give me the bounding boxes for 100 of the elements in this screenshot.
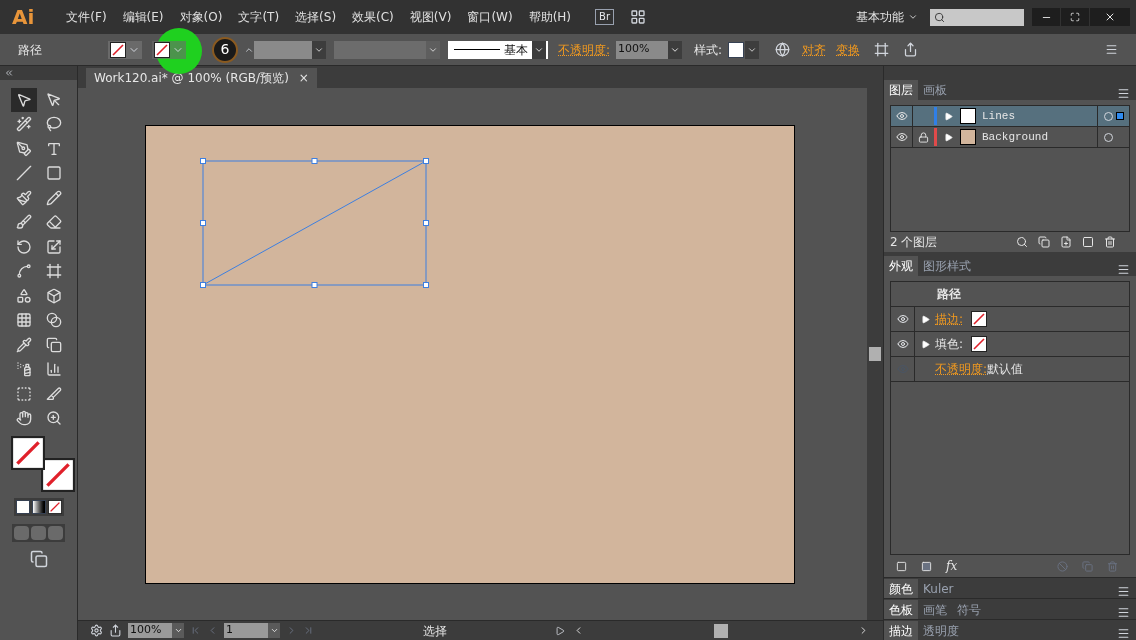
maximize-icon <box>1070 12 1080 22</box>
mesh-icon <box>15 312 32 329</box>
close-tab-button[interactable]: × <box>298 69 309 87</box>
spray-can-icon <box>15 361 32 378</box>
fill-color-swatch[interactable] <box>10 436 45 470</box>
sublayer-icon[interactable] <box>1060 236 1072 248</box>
export-icon[interactable] <box>903 42 919 57</box>
panel-tab[interactable]: 颜色 <box>884 579 918 598</box>
new-fill-icon[interactable] <box>921 560 932 572</box>
stroke-color-swatch[interactable] <box>40 458 75 492</box>
panel-menu-icon[interactable] <box>1117 606 1130 619</box>
zoom-field[interactable]: 100% <box>128 623 184 638</box>
panel-tab[interactable]: 画笔 <box>918 600 952 619</box>
panel-tab[interactable]: 透明度 <box>918 621 964 640</box>
expand-icon[interactable] <box>920 339 930 349</box>
new-stroke-icon[interactable] <box>896 560 907 572</box>
panel-menu-icon[interactable] <box>1117 87 1130 100</box>
expand-icon[interactable] <box>944 132 953 142</box>
selection-label: 路径 <box>18 41 43 59</box>
visibility-icon[interactable] <box>895 131 908 143</box>
menu-item[interactable]: 选择(S) <box>287 8 345 26</box>
workspace-switcher[interactable]: 基本功能 <box>856 8 918 26</box>
menu-item[interactable]: 编辑(E) <box>114 8 172 26</box>
panel-tab[interactable]: 画板 <box>918 80 952 100</box>
panel-tab[interactable]: 色板 <box>884 600 918 619</box>
menu-item[interactable]: 文件(F) <box>58 8 115 26</box>
transform-link[interactable]: 变换 <box>836 40 861 59</box>
attribute-link[interactable]: 不透明度: <box>935 360 988 378</box>
clipping-mask-icon[interactable] <box>1038 236 1050 248</box>
collapse-icon[interactable] <box>4 68 14 78</box>
fill-control[interactable] <box>108 40 142 59</box>
bar-chart-icon <box>45 361 62 378</box>
stroke-weight-field[interactable] <box>244 40 326 59</box>
panel-tab[interactable]: 描边 <box>884 621 918 640</box>
search-icon[interactable] <box>1016 236 1028 248</box>
tool-button[interactable] <box>10 88 37 112</box>
artboard-icon <box>15 385 32 402</box>
fill-swatch[interactable] <box>110 41 126 58</box>
panel-tab[interactable]: 符号 <box>952 600 986 619</box>
document-tab[interactable]: Work120.ai* @ 100% (RGB/预览) × <box>86 68 317 88</box>
stroke-swatch[interactable] <box>154 41 170 58</box>
none-swatch[interactable] <box>971 336 988 352</box>
status-tool-label: 选择 <box>421 622 448 640</box>
expand-icon[interactable] <box>944 111 953 121</box>
menu-item[interactable]: 视图(V) <box>401 8 460 26</box>
opacity-field[interactable]: 100% <box>616 40 683 59</box>
scale-icon <box>45 238 62 255</box>
lock-icon[interactable] <box>917 131 929 143</box>
visibility-icon[interactable] <box>895 110 908 122</box>
settings-icon[interactable] <box>90 624 103 637</box>
expand-icon[interactable] <box>920 314 930 324</box>
none-mode-button[interactable] <box>47 500 62 514</box>
panel-menu-icon[interactable] <box>1117 263 1130 276</box>
search-field[interactable] <box>930 8 1024 26</box>
panel-menu-icon[interactable] <box>1117 585 1130 598</box>
trash-icon[interactable] <box>1104 236 1116 248</box>
opacity-link[interactable]: 不透明度: <box>558 40 611 59</box>
panel-tab[interactable]: 外观 <box>884 256 918 276</box>
control-menu-icon[interactable] <box>1105 43 1118 56</box>
none-swatch[interactable] <box>971 311 988 327</box>
fx-icon[interactable]: fx <box>946 557 958 575</box>
panel-tab[interactable]: 图层 <box>884 80 918 100</box>
menu-item[interactable]: 帮助(H) <box>520 8 579 26</box>
recolor-icon[interactable] <box>775 42 791 57</box>
brush-definition-dropdown[interactable]: 基本 <box>448 40 548 59</box>
new-layer-icon[interactable] <box>1082 236 1094 248</box>
layer-thumbnail <box>960 129 976 145</box>
knife-icon <box>45 385 62 402</box>
menu-item[interactable]: 窗口(W) <box>459 8 521 26</box>
warp-icon <box>15 263 32 280</box>
panel-tab[interactable]: 图形样式 <box>918 256 976 276</box>
magic-wand-icon <box>15 116 32 133</box>
scroll-thumb[interactable] <box>714 623 728 638</box>
artboard-field[interactable]: 1 <box>224 623 280 638</box>
maximize-button[interactable] <box>1061 8 1089 26</box>
zoom-icon <box>45 410 62 427</box>
arrange-documents-icon[interactable] <box>630 9 646 25</box>
graphic-style-picker[interactable] <box>728 40 760 59</box>
menu-item[interactable]: 对象(O) <box>171 8 231 26</box>
share-icon[interactable] <box>109 624 122 637</box>
bridge-button[interactable]: Br <box>595 9 614 25</box>
status-menu-icon[interactable] <box>555 625 565 636</box>
vertical-scrollbar[interactable] <box>867 88 883 620</box>
scroll-thumb[interactable] <box>869 347 881 361</box>
attribute-link[interactable]: 描边: <box>935 310 964 328</box>
color-mode-button[interactable] <box>15 500 30 514</box>
align-link[interactable]: 对齐 <box>802 40 827 59</box>
visibility-icon[interactable] <box>896 338 909 350</box>
layer-row[interactable]: Lines <box>891 106 1129 127</box>
attribute-value: 默认值 <box>987 361 1024 378</box>
layer-row[interactable]: Background <box>891 127 1129 148</box>
screen-mode-icon[interactable] <box>29 550 48 568</box>
gradient-mode-button[interactable] <box>31 500 46 514</box>
menu-item[interactable]: 文字(T) <box>230 8 288 26</box>
panel-tab[interactable]: Kuler <box>918 579 959 598</box>
layer-name: Background <box>982 129 1048 145</box>
app-logo: Ai <box>11 4 36 31</box>
visibility-icon[interactable] <box>896 313 909 325</box>
panel-menu-icon[interactable] <box>1117 627 1130 640</box>
menu-item[interactable]: 效果(C) <box>344 8 402 26</box>
